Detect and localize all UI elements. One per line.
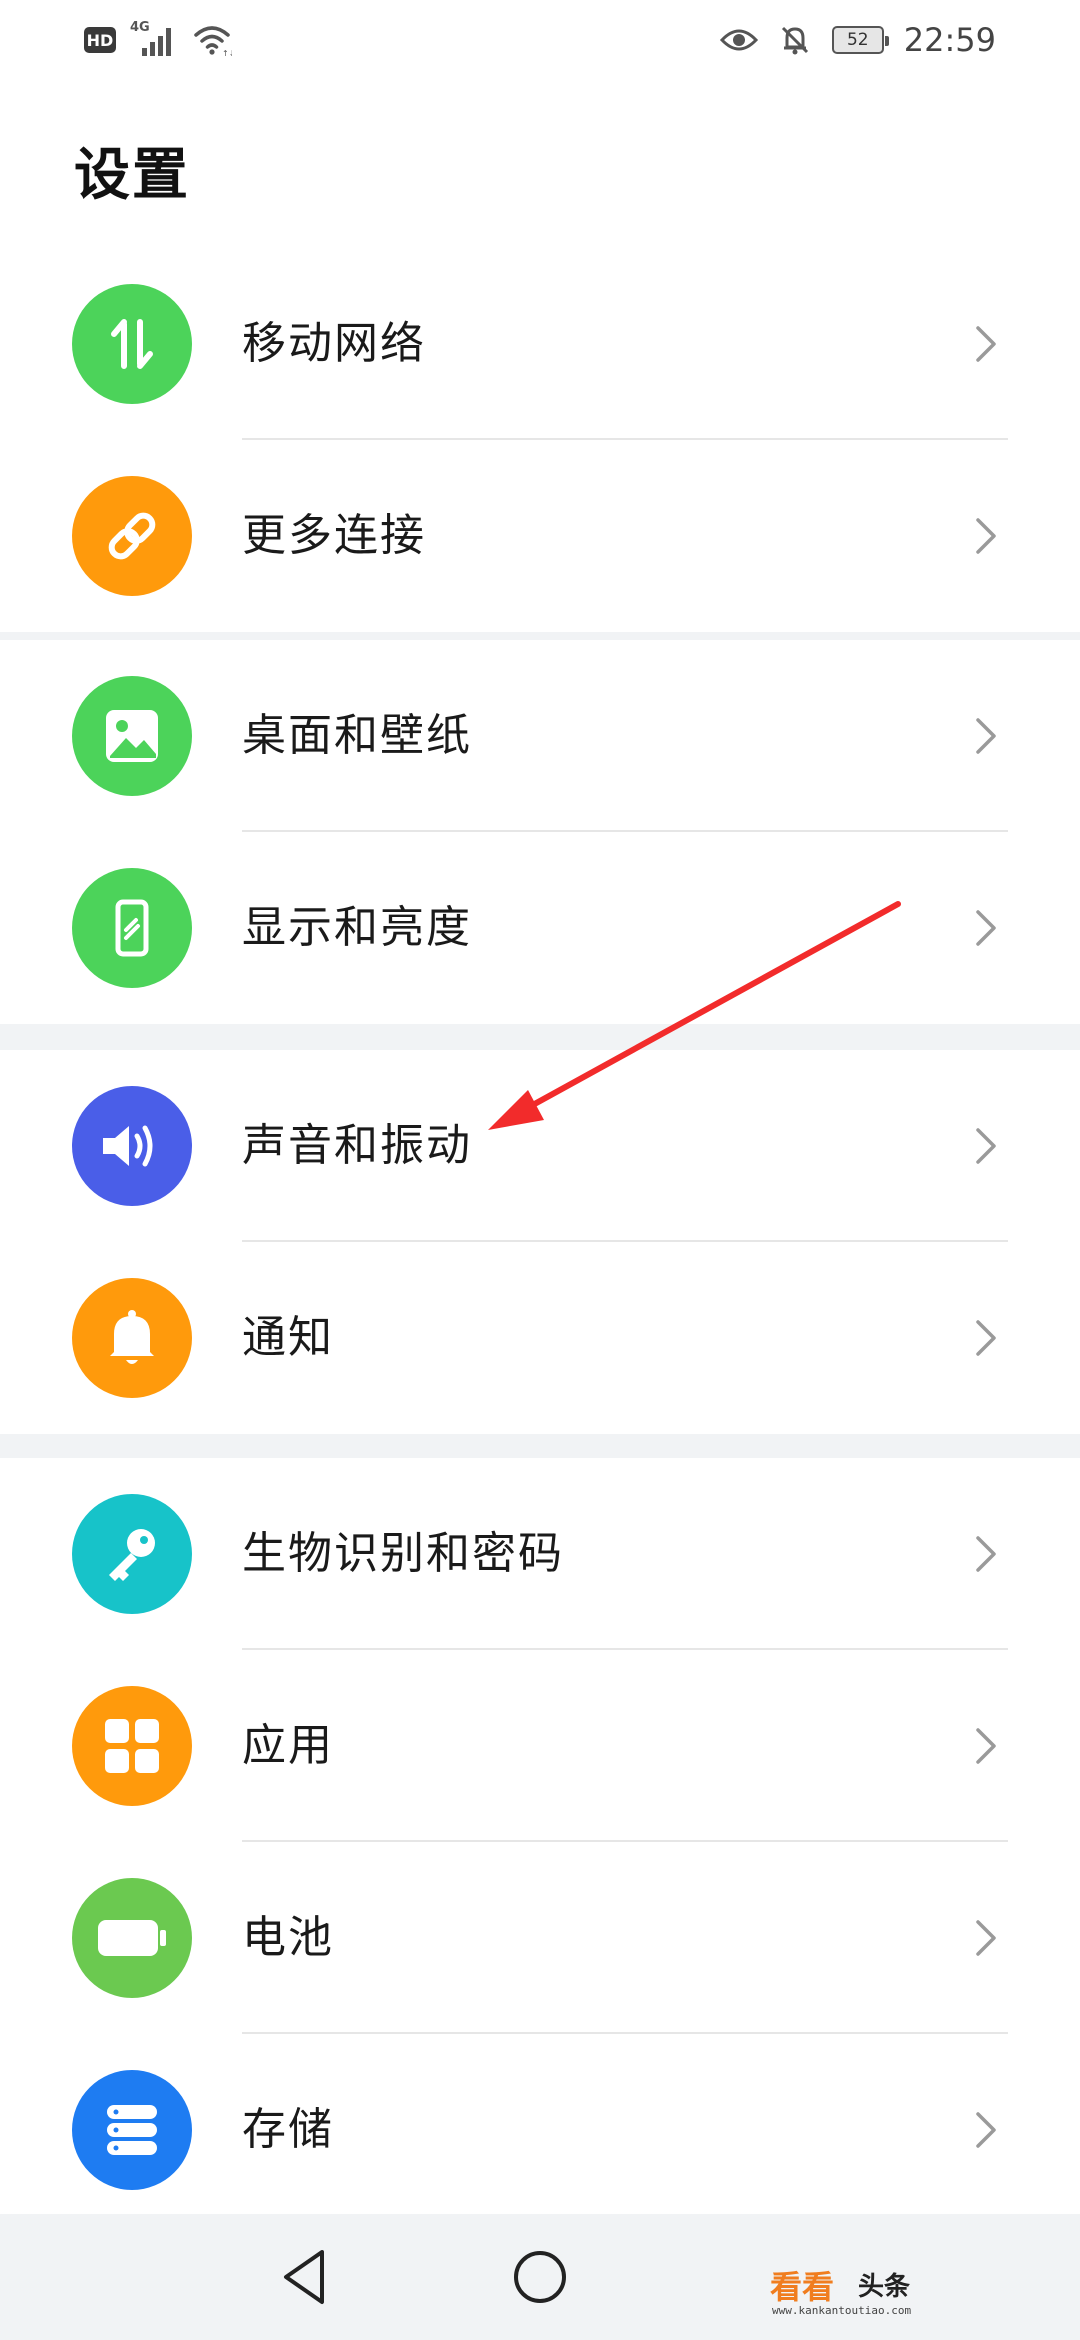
- storage-icon: [72, 2070, 192, 2190]
- chevron-right-icon: [976, 1920, 996, 1956]
- settings-item-notifications[interactable]: 通知: [0, 1242, 1080, 1434]
- hd-badge: HD: [84, 27, 116, 53]
- eye-icon: [719, 29, 758, 51]
- battery-icon: [72, 1878, 192, 1998]
- settings-item-label: 桌面和壁纸: [242, 710, 472, 761]
- status-bar: HD 4G ↑↓: [0, 0, 1080, 78]
- status-right: 52 22:59: [719, 14, 996, 66]
- settings-item-sound-vibration[interactable]: 声音和振动: [0, 1050, 1080, 1242]
- link-icon: [72, 476, 192, 596]
- chevron-right-icon: [976, 1320, 996, 1356]
- key-icon: [72, 1494, 192, 1614]
- settings-screen: HD 4G ↑↓: [0, 0, 1080, 2340]
- chevron-right-icon: [976, 2112, 996, 2148]
- chevron-right-icon: [976, 718, 996, 754]
- watermark: 看看 头条 www.kankantoutiao.com: [770, 2262, 950, 2322]
- settings-item-display[interactable]: 显示和亮度: [0, 832, 1080, 1024]
- back-button[interactable]: [272, 2242, 342, 2312]
- chevron-right-icon: [976, 326, 996, 362]
- speaker-icon: [72, 1086, 192, 1206]
- settings-item-label: 存储: [242, 2104, 334, 2155]
- battery-indicator: 52: [831, 26, 889, 54]
- settings-item-label: 移动网络: [242, 318, 426, 369]
- wifi-icon: ↑↓: [194, 26, 232, 57]
- wallpaper-icon: [72, 676, 192, 796]
- settings-item-label: 生物识别和密码: [242, 1528, 564, 1579]
- settings-item-label: 应用: [242, 1720, 334, 1771]
- settings-group-sound: 声音和振动 通知: [0, 1050, 1080, 1434]
- title-area: 设置: [0, 78, 1080, 248]
- display-icon: [72, 868, 192, 988]
- settings-item-biometrics[interactable]: 生物识别和密码: [0, 1458, 1080, 1650]
- system-navigation-bar: 看看 头条 www.kankantoutiao.com: [0, 2214, 1080, 2340]
- status-time: 22:59: [903, 21, 996, 59]
- mute-bell-icon: [781, 26, 808, 55]
- watermark-brand: 看看: [770, 2268, 835, 2306]
- chevron-right-icon: [976, 1536, 996, 1572]
- settings-item-label: 更多连接: [242, 510, 426, 561]
- settings-item-storage[interactable]: 存储: [0, 2034, 1080, 2226]
- watermark-suffix: 头条: [858, 2272, 911, 2302]
- settings-item-label: 显示和亮度: [242, 902, 472, 953]
- home-button[interactable]: [505, 2242, 575, 2312]
- settings-item-apps[interactable]: 应用: [0, 1650, 1080, 1842]
- chevron-right-icon: [976, 1728, 996, 1764]
- page-title: 设置: [74, 143, 190, 208]
- settings-item-label: 声音和振动: [242, 1120, 472, 1171]
- settings-group-display: 桌面和壁纸 显示和亮度: [0, 640, 1080, 1024]
- cellular-signal-icon: 4G: [130, 20, 178, 60]
- settings-group-connectivity: 移动网络 更多连接: [0, 248, 1080, 632]
- status-left: HD 4G ↑↓: [84, 18, 232, 62]
- chevron-right-icon: [976, 910, 996, 946]
- chevron-right-icon: [976, 1128, 996, 1164]
- settings-item-more-connections[interactable]: 更多连接: [0, 440, 1080, 632]
- settings-item-label: 电池: [242, 1912, 334, 1963]
- settings-item-mobile-network[interactable]: 移动网络: [0, 248, 1080, 440]
- bell-icon: [72, 1278, 192, 1398]
- settings-item-wallpaper[interactable]: 桌面和壁纸: [0, 640, 1080, 832]
- watermark-url: www.kankantoutiao.com: [772, 2304, 912, 2317]
- settings-group-system: 生物识别和密码 应用 电池 存储: [0, 1458, 1080, 2226]
- apps-icon: [72, 1686, 192, 1806]
- svg-text:↑↓: ↑↓: [222, 49, 232, 57]
- settings-item-battery[interactable]: 电池: [0, 1842, 1080, 2034]
- chevron-right-icon: [976, 518, 996, 554]
- mobile-network-icon: [72, 284, 192, 404]
- settings-item-label: 通知: [242, 1312, 334, 1363]
